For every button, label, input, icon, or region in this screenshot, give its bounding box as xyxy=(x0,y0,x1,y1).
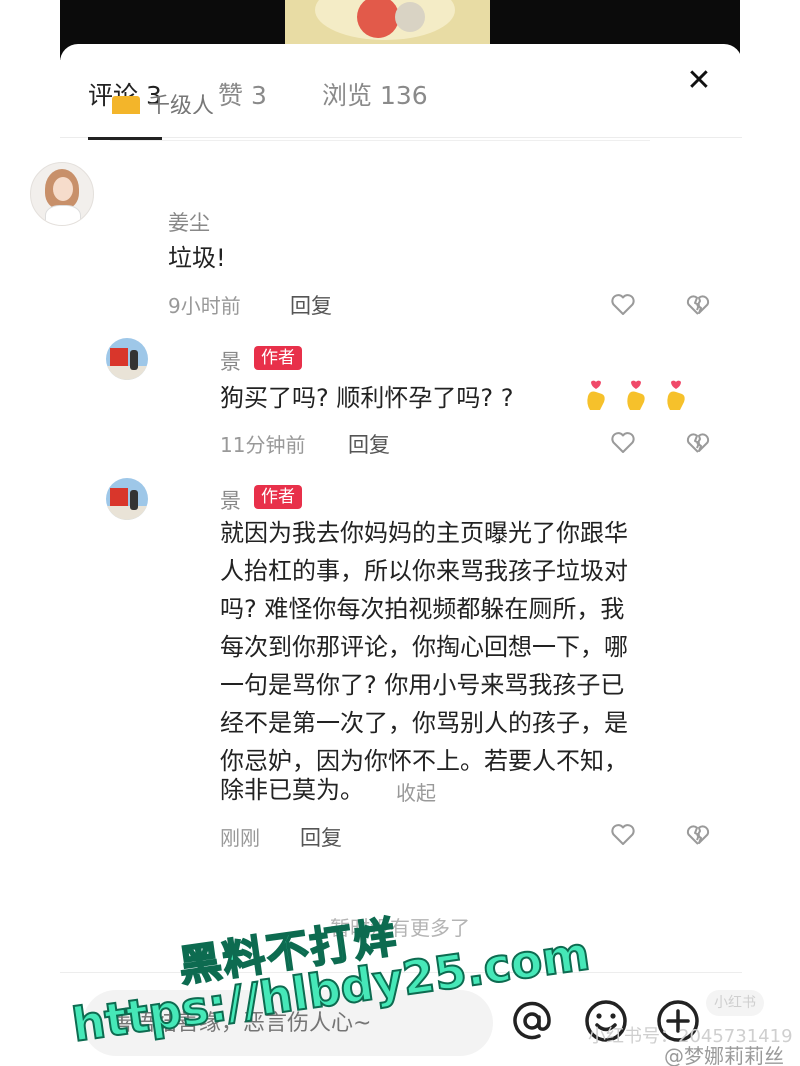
author-badge: 作者 xyxy=(254,346,302,370)
dessert-image xyxy=(395,2,425,32)
finger-heart-emoji xyxy=(627,380,645,410)
level-tag-label: 千级人 xyxy=(148,94,215,114)
heart-outline-icon[interactable] xyxy=(609,820,637,848)
heart-outline-icon[interactable] xyxy=(609,290,637,318)
avatar-ground xyxy=(106,366,148,380)
comment-line: 吗? 难怪你每次拍视频都躲在厕所，我 xyxy=(220,595,625,623)
level-icon xyxy=(112,96,140,114)
reply-button[interactable]: 回复 xyxy=(300,822,342,852)
close-button[interactable]: ✕ xyxy=(684,66,714,96)
comment-username[interactable]: 景 xyxy=(220,485,241,515)
avatar[interactable] xyxy=(30,162,94,226)
avatar-person xyxy=(130,350,138,370)
comment-time: 11分钟前 xyxy=(220,433,306,457)
comment-input-bar[interactable] xyxy=(83,990,493,1056)
no-more-text: 暂时没有更多了 xyxy=(330,916,470,940)
tab-likes[interactable]: 赞 3 xyxy=(218,76,267,112)
heart-outline-icon[interactable] xyxy=(609,428,637,456)
comment-input[interactable] xyxy=(83,990,493,1056)
reply-button[interactable]: 回复 xyxy=(290,290,332,320)
broken-heart-icon[interactable] xyxy=(684,290,712,318)
broken-heart-icon[interactable] xyxy=(684,820,712,848)
level-tag: 千级人 xyxy=(112,88,214,114)
watermark-logo: 小红书 xyxy=(706,990,764,1016)
comment-line: 每次到你那评论，你掏心回想一下，哪 xyxy=(220,633,628,661)
comment-username[interactable]: 景 xyxy=(220,346,241,376)
comment-line: 除非已莫为。 xyxy=(220,776,364,804)
comment-line: 经不是第一次了，你骂别人的孩子，是 xyxy=(220,709,628,737)
watermark-weibo: @梦娜莉莉丝 xyxy=(664,1044,784,1066)
comment-time: 刚刚 xyxy=(220,826,260,850)
avatar-ground xyxy=(106,506,148,520)
comment-username[interactable]: 姜尘 xyxy=(168,207,210,237)
author-badge: 作者 xyxy=(254,485,302,509)
finger-heart-emoji xyxy=(587,380,605,410)
avatar[interactable] xyxy=(106,478,148,520)
finger-heart-emoji xyxy=(667,380,685,410)
avatar-face xyxy=(53,177,73,201)
divider xyxy=(60,972,742,973)
comment-text: 狗买了吗? 顺利怀孕了吗? ? xyxy=(220,384,514,412)
broken-heart-icon[interactable] xyxy=(684,428,712,456)
avatar-body xyxy=(45,205,81,225)
comment-line: 人抬杠的事，所以你来骂我孩子垃圾对 xyxy=(220,557,628,585)
comment-line: 就因为我去你妈妈的主页曝光了你跟华 xyxy=(220,519,628,547)
collapse-link[interactable]: 收起 xyxy=(396,777,436,806)
video-thumbnail[interactable] xyxy=(285,0,490,45)
comment-line: 一句是骂你了? 你用小号来骂我孩子已 xyxy=(220,671,625,699)
tab-views[interactable]: 浏览 136 xyxy=(322,76,428,112)
comment-time: 9小时前 xyxy=(168,294,241,318)
divider xyxy=(110,140,650,141)
reply-button[interactable]: 回复 xyxy=(348,429,390,459)
avatar-person xyxy=(130,490,138,510)
at-icon[interactable] xyxy=(508,997,556,1045)
comment-text: 垃圾! xyxy=(168,244,226,272)
avatar[interactable] xyxy=(106,338,148,380)
